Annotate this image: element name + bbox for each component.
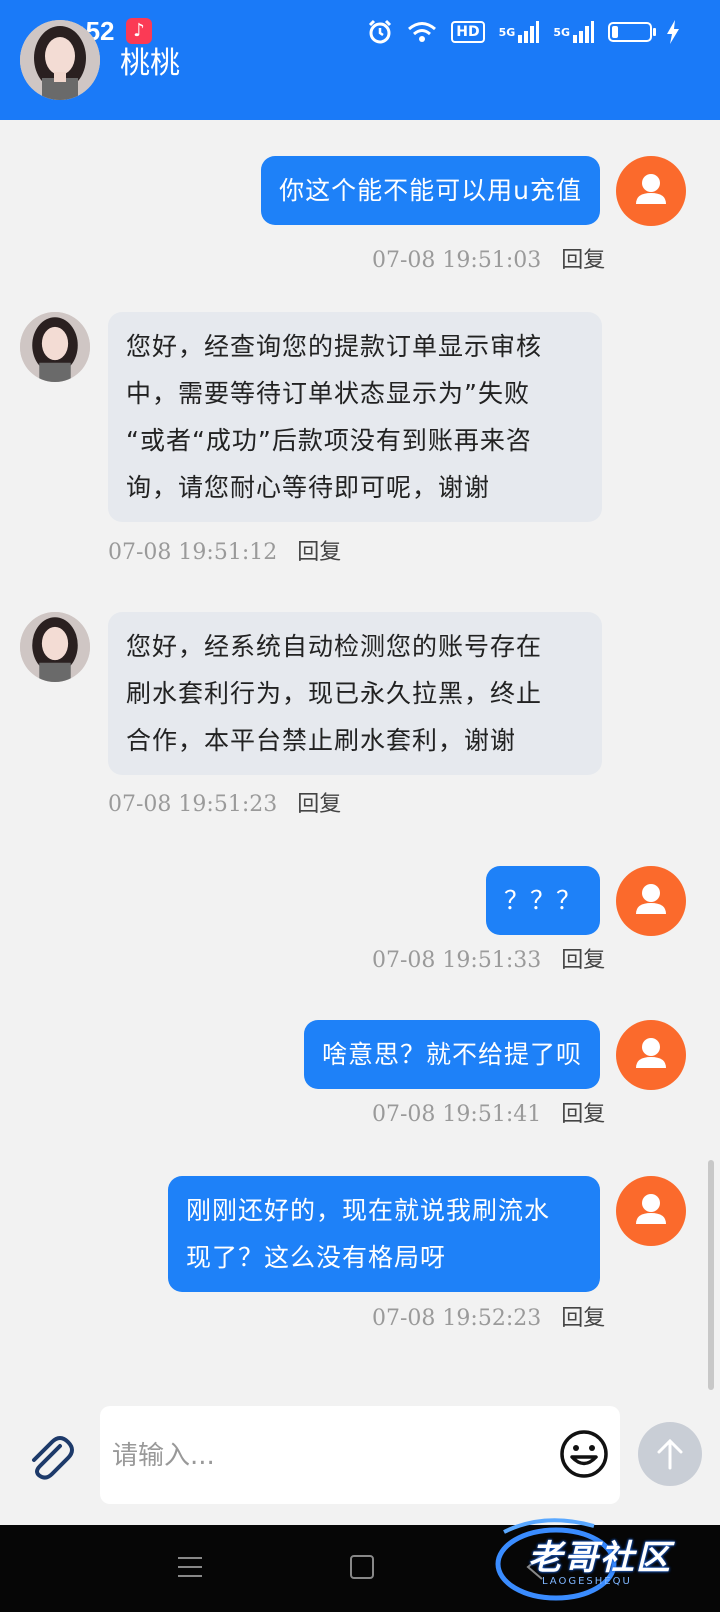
message-time: 07-08 19:51:23: [108, 792, 278, 817]
home-nav-icon[interactable]: [350, 1555, 374, 1579]
battery-icon: [608, 22, 656, 42]
message-text: 您好，经系统自动检测您的账号存在: [126, 632, 543, 661]
message-text: 现了？这么没有格局呀: [186, 1243, 447, 1272]
net-label-1: 5G: [498, 25, 516, 39]
emoji-icon[interactable]: [558, 1428, 610, 1480]
message-text: 合作，本平台禁止刷水套利，谢谢: [126, 726, 517, 755]
scrollbar[interactable]: [708, 1160, 714, 1390]
charging-icon: [666, 20, 680, 44]
message-bubble-outgoing[interactable]: 刚刚还好的，现在就说我刷流水 现了？这么没有格局呀: [168, 1176, 600, 1292]
watermark-text: 老哥社区: [528, 1538, 672, 1578]
watermark-subtext: LAOGESHEQU: [542, 1576, 632, 1587]
attachment-icon[interactable]: [22, 1430, 78, 1486]
reply-link[interactable]: 回复: [561, 948, 605, 973]
user-icon: [636, 884, 666, 914]
hd-label: HD: [456, 24, 480, 40]
message-bubble-outgoing[interactable]: ？？？: [485, 866, 600, 935]
my-avatar[interactable]: [616, 1020, 686, 1090]
chat-header: 19:52 ♪ HD 5G 5G 桃桃: [0, 0, 720, 120]
message-text: 中，需要等待订单状态显示为”失败: [126, 379, 530, 408]
input-bar: [0, 1390, 720, 1525]
arrow-up-icon: [657, 1438, 683, 1470]
watermark-logo: 老哥社区 LAOGESHEQU: [484, 1512, 720, 1612]
message-meta: 07-08 19:51:23 回复: [108, 786, 341, 818]
message-time: 07-08 19:51:12: [108, 540, 278, 565]
alarm-icon: [367, 19, 393, 45]
reply-link[interactable]: 回复: [561, 1306, 605, 1331]
message-text: 您好，经查询您的提款订单显示审核: [126, 332, 543, 361]
message-text: 啥意思？就不给提了呗: [321, 1040, 582, 1069]
signal-5g-icon-2: 5G: [553, 21, 594, 43]
my-avatar[interactable]: [616, 156, 686, 226]
message-text: 你这个能不能可以用u充值: [279, 176, 582, 205]
my-avatar[interactable]: [616, 1176, 686, 1246]
send-button[interactable]: [638, 1422, 702, 1486]
reply-link[interactable]: 回复: [561, 248, 605, 273]
message-time: 07-08 19:52:23: [372, 1306, 542, 1331]
message-meta: 07-08 19:51:33 回复: [372, 942, 605, 974]
reply-link[interactable]: 回复: [561, 1102, 605, 1127]
reply-link[interactable]: 回复: [297, 792, 341, 817]
user-icon: [636, 1194, 666, 1224]
user-icon: [636, 1038, 666, 1068]
message-bubble-incoming[interactable]: 您好，经查询您的提款订单显示审核 中，需要等待订单状态显示为”失败 “或者“成功…: [108, 312, 602, 522]
message-text: “或者“成功”后款项没有到账再来咨: [126, 426, 532, 455]
message-time: 07-08 19:51:03: [372, 248, 542, 273]
message-meta: 07-08 19:51:12 回复: [108, 534, 341, 566]
message-text: 刷水套利行为，现已永久拉黑，终止: [126, 679, 543, 708]
contact-message-avatar[interactable]: [20, 612, 90, 682]
message-text: ？？？: [503, 886, 582, 915]
message-meta: 07-08 19:51:03 回复: [372, 242, 605, 274]
contact-message-avatar[interactable]: [20, 312, 90, 382]
user-icon: [636, 174, 666, 204]
message-bubble-outgoing[interactable]: 你这个能不能可以用u充值: [261, 156, 600, 225]
message-text: 询，请您耐心等待即可呢，谢谢: [126, 473, 491, 502]
message-input[interactable]: [112, 1434, 532, 1478]
message-text: 刚刚还好的，现在就说我刷流水: [186, 1196, 551, 1225]
message-meta: 07-08 19:52:23 回复: [372, 1300, 605, 1332]
message-input-box[interactable]: [100, 1406, 620, 1504]
contact-avatar[interactable]: [20, 20, 100, 100]
message-time: 07-08 19:51:41: [372, 1102, 542, 1127]
message-list[interactable]: 你这个能不能可以用u充值 07-08 19:51:03 回复 您好，经查询您的提款…: [0, 120, 720, 1390]
reply-link[interactable]: 回复: [297, 540, 341, 565]
wifi-icon: [407, 20, 437, 44]
hd-icon: HD: [451, 21, 485, 43]
chat-title: 桃桃: [120, 46, 180, 81]
signal-5g-icon-1: 5G: [499, 21, 540, 43]
message-bubble-outgoing[interactable]: 啥意思？就不给提了呗: [303, 1020, 600, 1089]
status-icons: HD 5G 5G: [367, 18, 680, 46]
recents-nav-icon[interactable]: [176, 1555, 204, 1579]
message-bubble-incoming[interactable]: 您好，经系统自动检测您的账号存在 刷水套利行为，现已永久拉黑，终止 合作，本平台…: [108, 612, 602, 775]
message-time: 07-08 19:51:33: [372, 948, 542, 973]
net-label-2: 5G: [553, 25, 570, 39]
message-meta: 07-08 19:51:41 回复: [372, 1096, 605, 1128]
my-avatar[interactable]: [616, 866, 686, 936]
